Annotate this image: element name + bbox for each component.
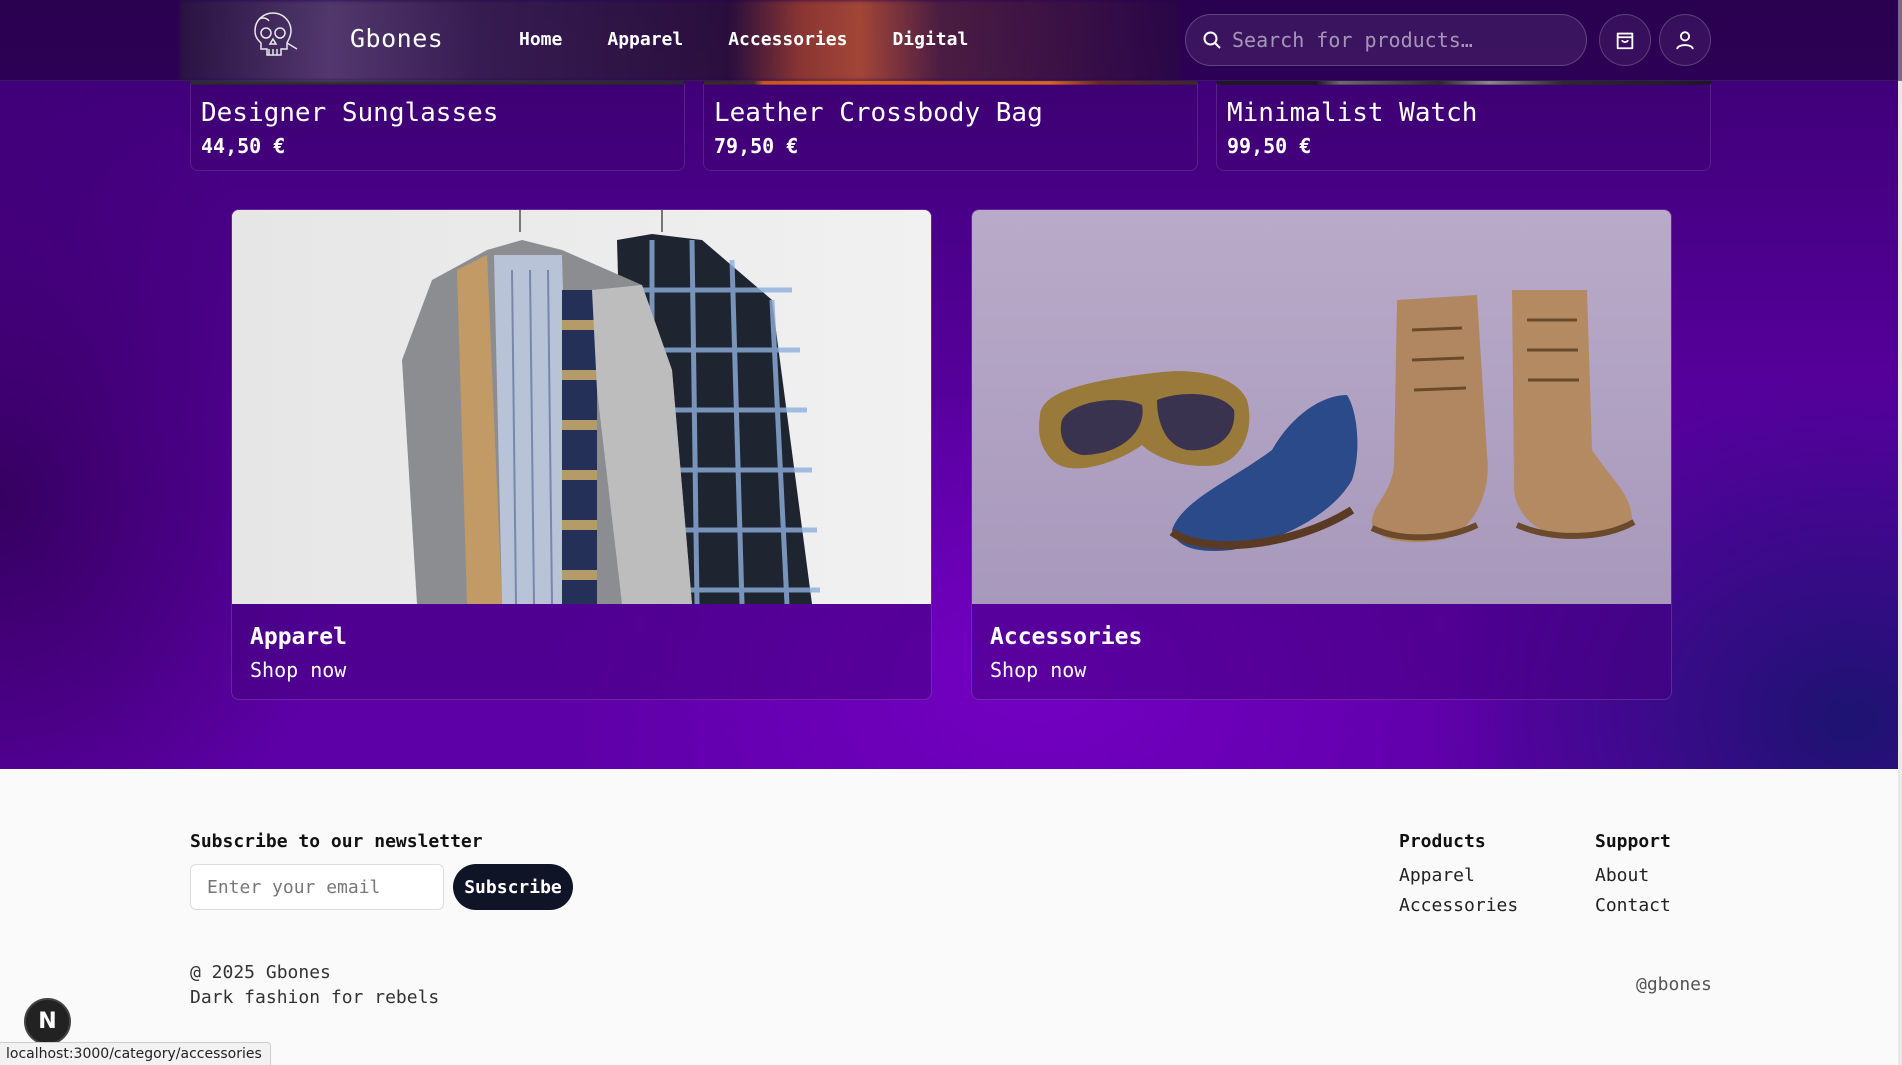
support-column-title: Support <box>1595 831 1671 852</box>
subscribe-button[interactable]: Subscribe <box>453 864 573 910</box>
product-card[interactable]: Minimalist Watch 99,50 € <box>1216 84 1711 171</box>
product-name: Leather Crossbody Bag <box>714 98 1043 128</box>
nextjs-dev-badge[interactable]: N <box>24 998 71 1045</box>
product-price: 99,50 € <box>1227 134 1312 158</box>
product-price: 79,50 € <box>714 134 799 158</box>
apparel-image <box>232 210 931 604</box>
scrollbar[interactable] <box>1898 0 1902 1065</box>
category-card-accessories[interactable]: Accessories Shop now <box>971 209 1672 700</box>
main-nav: Home Apparel Accessories Digital <box>519 29 1013 50</box>
nav-apparel[interactable]: Apparel <box>607 29 683 50</box>
category-body: Accessories Shop now <box>990 624 1142 682</box>
product-name: Minimalist Watch <box>1227 98 1478 128</box>
category-title: Apparel <box>250 624 347 650</box>
search-box[interactable] <box>1185 14 1587 66</box>
nav-accessories[interactable]: Accessories <box>728 29 847 50</box>
footer-link-apparel[interactable]: Apparel <box>1399 865 1475 886</box>
social-handle-link[interactable]: @gbones <box>1636 974 1712 995</box>
product-name: Designer Sunglasses <box>201 98 499 128</box>
user-icon <box>1676 31 1694 50</box>
site-header: Gbones Home Apparel Accessories Digital <box>0 0 1902 81</box>
cart-button[interactable] <box>1599 14 1651 66</box>
nav-home[interactable]: Home <box>519 29 562 50</box>
category-card-apparel[interactable]: Apparel Shop now <box>231 209 932 700</box>
site-footer: Subscribe to our newsletter Subscribe Pr… <box>0 769 1902 1065</box>
copyright-text: @ 2025 Gbones <box>190 962 331 983</box>
email-field[interactable] <box>190 864 444 910</box>
skull-logo-icon[interactable] <box>242 8 300 66</box>
category-body: Apparel Shop now <box>250 624 347 682</box>
shop-now-link[interactable]: Shop now <box>990 658 1142 682</box>
search-input[interactable] <box>1232 28 1572 52</box>
shop-now-link[interactable]: Shop now <box>250 658 347 682</box>
shopping-bag-icon <box>1616 32 1634 50</box>
accessories-image <box>972 210 1671 604</box>
product-price: 44,50 € <box>201 134 286 158</box>
nav-digital[interactable]: Digital <box>892 29 968 50</box>
product-card[interactable]: Leather Crossbody Bag 79,50 € <box>703 84 1198 171</box>
newsletter-title: Subscribe to our newsletter <box>190 831 483 852</box>
search-icon <box>1203 31 1221 49</box>
brand-name[interactable]: Gbones <box>350 24 443 53</box>
products-column-title: Products <box>1399 831 1486 852</box>
product-card[interactable]: Designer Sunglasses 44,50 € <box>190 84 685 171</box>
account-button[interactable] <box>1659 14 1711 66</box>
footer-link-about[interactable]: About <box>1595 865 1649 886</box>
footer-link-accessories[interactable]: Accessories <box>1399 895 1518 916</box>
tagline-text: Dark fashion for rebels <box>190 987 440 1008</box>
status-bar-url: localhost:3000/category/accessories <box>0 1042 271 1065</box>
category-title: Accessories <box>990 624 1143 650</box>
footer-link-contact[interactable]: Contact <box>1595 895 1671 916</box>
